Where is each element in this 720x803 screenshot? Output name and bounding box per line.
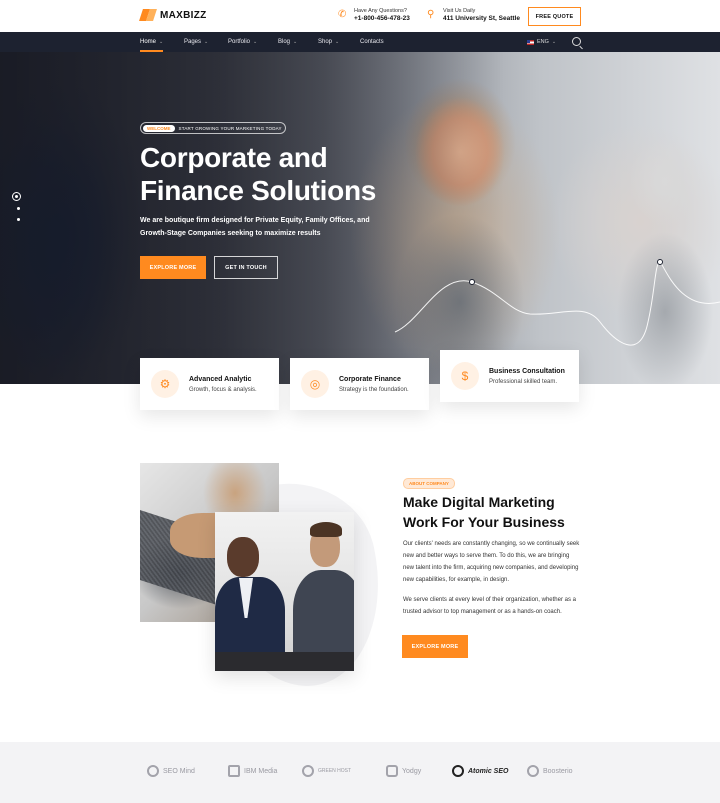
green-host-icon [302,765,314,777]
explore-more-button[interactable]: EXPLORE MORE [140,256,206,279]
chevron-down-icon: ⌄ [204,39,209,45]
header-phone: ✆ Have Any Questions? +1-800-456-478-23 [338,8,410,22]
phone-icon: ✆ [338,9,347,20]
location-pin-icon: ⚲ [427,9,435,20]
yodgy-icon [386,765,398,777]
feature-subtitle: Strategy is the foundation. [339,386,409,393]
address-label: Visit Us Daily [443,8,476,14]
slider-dot-2[interactable] [16,207,20,210]
about-explore-button[interactable]: EXPLORE MORE [402,635,468,658]
boosterio-icon [527,765,539,777]
feature-subtitle: Professional skilled team. [489,378,558,385]
atomic-seo-icon [452,765,464,777]
hero-section: WELCOME START GROWING YOUR MARKETING TOD… [0,52,720,384]
chevron-down-icon: ⌄ [335,39,340,45]
man2-hair [310,522,342,537]
slider-dot-3[interactable] [16,218,20,221]
hero-title-line2: Finance Solutions [140,175,377,206]
client-name: Boosterio [543,767,573,775]
client-logo-green-host[interactable]: GREEN HOST [302,765,351,777]
client-logo-yodgy[interactable]: Yodgy [386,765,421,777]
nav-item-label: Blog [278,39,291,45]
address-value: 411 University St, Seattle [443,15,520,22]
nav-item-label: Shop [318,39,333,45]
about-tag: ABOUT COMPANY [403,478,455,489]
client-name: Atomic SEO [468,767,509,775]
feature-title: Advanced Analytic [189,375,252,383]
top-header: MAXBIZZ ✆ Have Any Questions? +1-800-456… [0,0,720,32]
badge-tag: WELCOME [143,124,175,132]
chevron-down-icon: ⌄ [551,39,557,45]
nav-item-label: Home [140,39,157,45]
header-address: ⚲ Visit Us Daily 411 University St, Seat… [427,8,520,22]
ibm-media-icon [228,765,240,777]
nav-item-label: Contacts [360,39,384,45]
hero-title: Corporate and Finance Solutions [140,141,376,207]
client-logos-bar: SEO Mind IBM Media GREEN HOST Yodgy Atom… [0,742,720,803]
money-bag-icon: $ [451,362,479,390]
nav-item-portfolio[interactable]: Portfolio ⌄ [228,32,257,52]
feature-card-consultation[interactable]: $ Business Consultation Professional ski… [440,350,579,402]
badge-text: START GROWING YOUR MARKETING TODAY [178,125,282,131]
client-name: Yodgy [402,767,422,775]
get-in-touch-button[interactable]: GET IN TOUCH [214,256,278,279]
us-flag-icon [527,39,534,45]
phone-number[interactable]: +1-800-456-478-23 [354,15,410,22]
man-head [227,537,259,577]
nav-item-pages[interactable]: Pages ⌄ [184,32,208,52]
about-title-line2: Work For Your Business [403,514,565,530]
chevron-down-icon: ⌄ [293,39,298,45]
language-label: ENG [537,39,549,45]
seo-mind-icon [147,765,159,777]
about-title-line1: Make Digital Marketing [403,494,555,510]
nav-item-blog[interactable]: Blog ⌄ [278,32,297,52]
client-name: GREEN HOST [318,768,352,774]
phone-label: Have Any Questions? [354,8,407,14]
client-name: SEO Mind [163,767,195,775]
about-photo-meeting [215,512,354,671]
main-nav: Home ⌄ Pages ⌄ Portfolio ⌄ Blog ⌄ Shop ⌄ Cont… [0,32,720,52]
slider-dot-1[interactable] [12,192,21,201]
search-icon[interactable] [572,37,581,46]
feature-card-analytics[interactable]: ⚙ Advanced Analytic Growth, focus & anal… [140,358,279,410]
hero-badge: WELCOME START GROWING YOUR MARKETING TOD… [140,122,286,134]
client-logo-seo-mind[interactable]: SEO Mind [147,765,195,777]
nav-item-label: Portfolio [228,39,251,45]
logo-icon [140,9,156,21]
brand-name: MAXBIZZ [160,9,207,21]
nav-item-shop[interactable]: Shop ⌄ [318,32,339,52]
client-logo-atomic-seo[interactable]: Atomic SEO [452,765,508,777]
table [215,652,354,671]
about-paragraph-2: We serve clients at every level of their… [403,597,576,615]
chevron-down-icon: ⌄ [159,39,164,45]
language-selector[interactable]: ENG ⌄ [527,32,556,52]
nav-item-label: Pages [184,39,202,45]
analytics-icon: ⚙ [151,370,179,398]
slider-dots [12,192,21,229]
feature-card-finance[interactable]: ◎ Corporate Finance Strategy is the foun… [290,358,429,410]
brand-logo[interactable]: MAXBIZZ [140,9,207,21]
chevron-down-icon: ⌄ [253,39,258,45]
hero-title-line1: Corporate and [140,142,328,173]
hero-subtitle: We are boutique firm designed for Privat… [140,217,370,237]
client-logo-ibm-media[interactable]: IBM Media [228,765,277,777]
about-title: Make Digital Marketing Work For Your Bus… [403,492,565,532]
feature-subtitle: Growth, focus & analysis. [189,386,257,393]
target-icon: ◎ [301,370,329,398]
nav-item-contacts[interactable]: Contacts [360,32,384,52]
feature-title: Business Consultation [489,367,565,375]
feature-title: Corporate Finance [339,375,401,383]
about-paragraph-1: Our clients' needs are constantly changi… [403,541,580,583]
free-quote-button[interactable]: FREE QUOTE [528,7,581,26]
nav-item-home[interactable]: Home ⌄ [140,32,164,52]
client-name: IBM Media [244,767,278,775]
client-logo-boosterio[interactable]: Boosterio [527,765,573,777]
